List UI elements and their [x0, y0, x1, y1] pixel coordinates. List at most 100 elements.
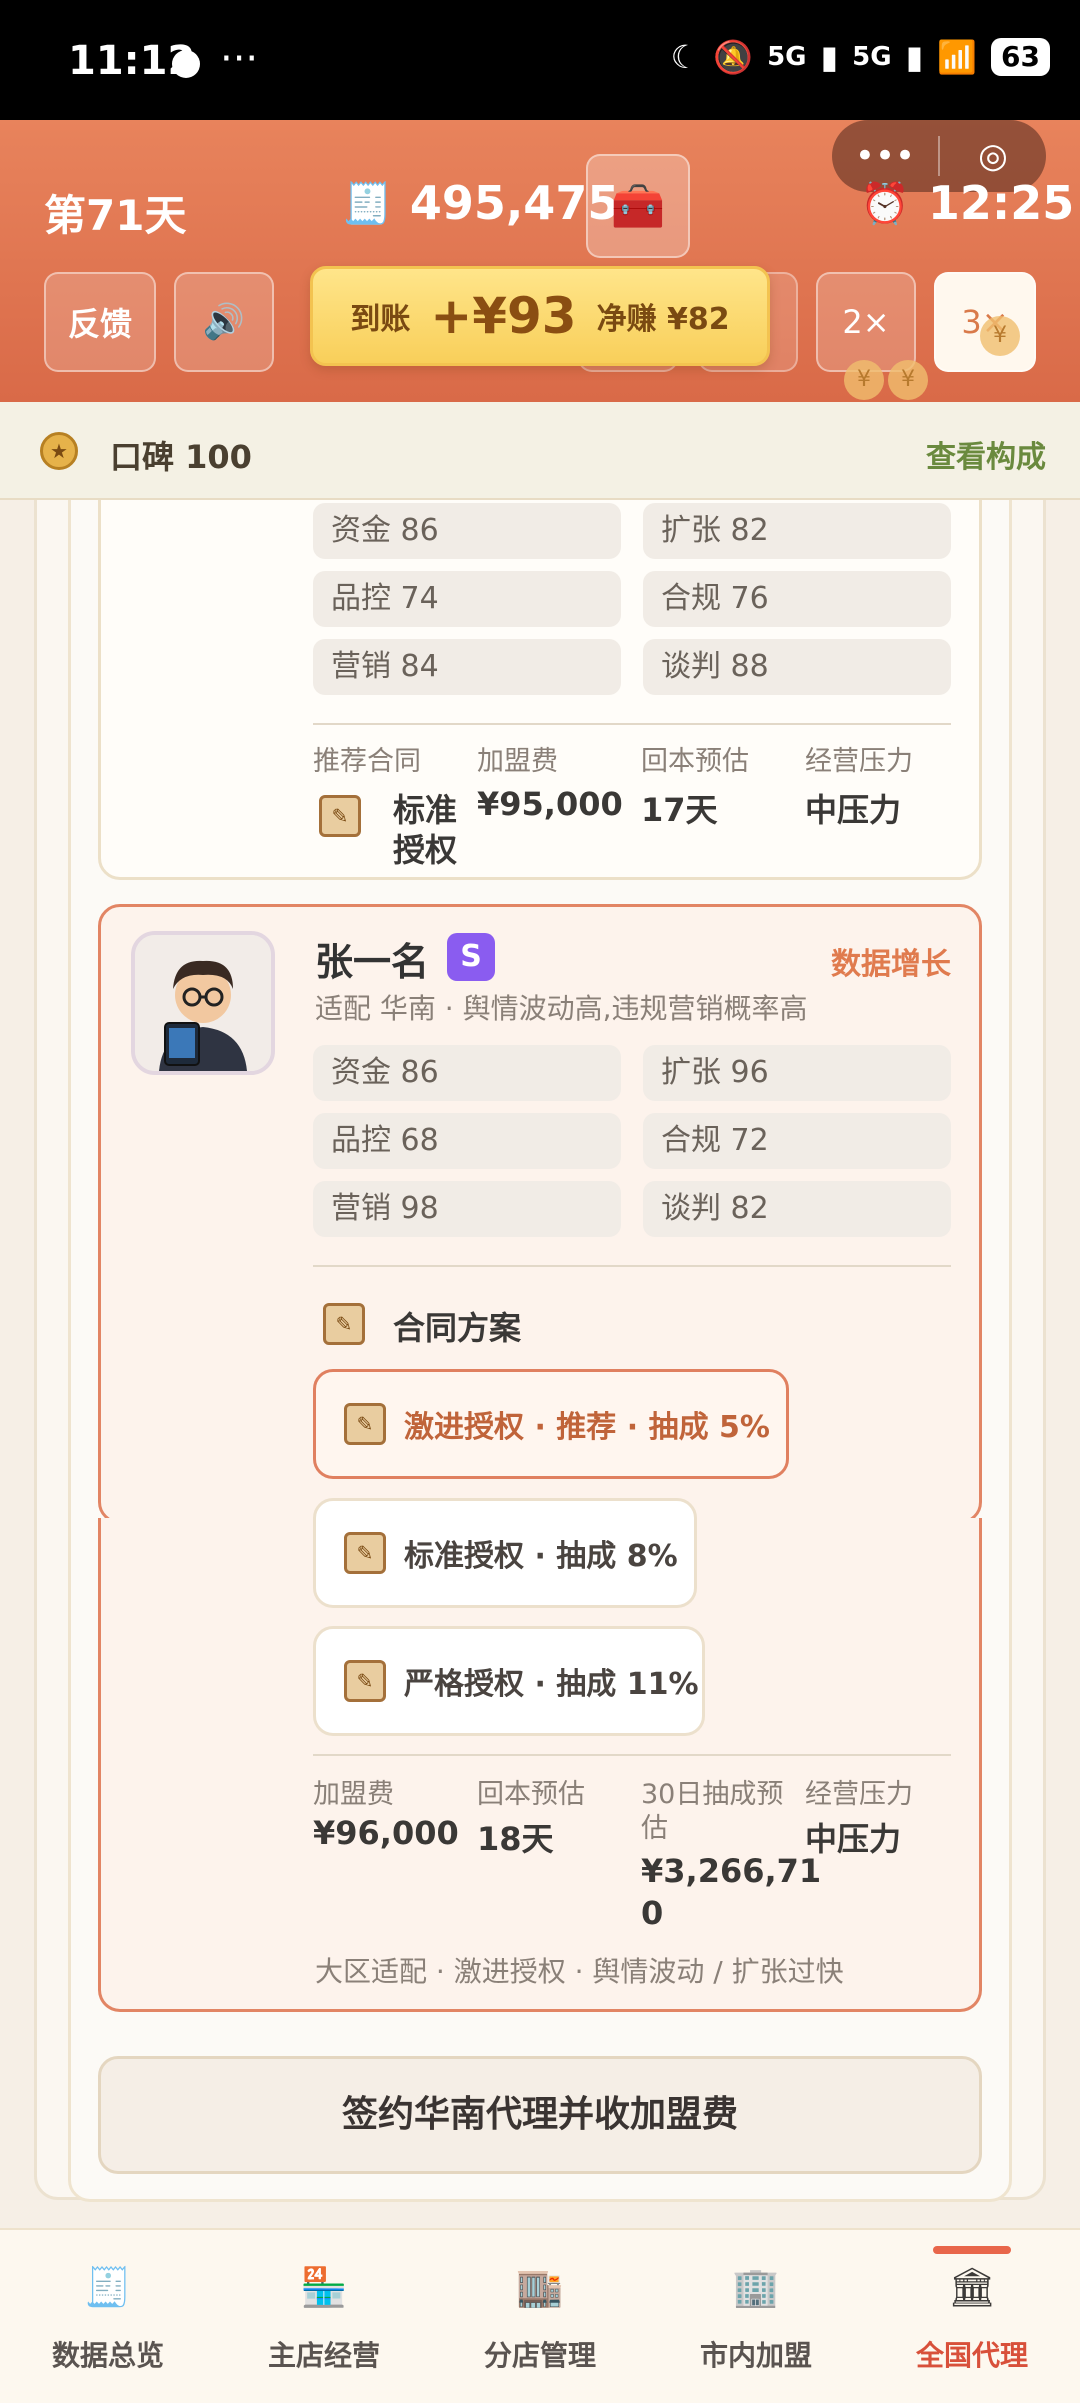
nav-label: 数据总览 [51, 2339, 164, 2372]
battery-icon: 63 [991, 38, 1050, 76]
cash-register-icon: 🧾 [84, 2265, 132, 2309]
status-icons: ☾ 🔕 5G ▮ 5G ▮ 📶 63 [671, 38, 1050, 76]
reputation-value: 口碑 100 [110, 438, 252, 476]
clock-value: 12:25 [927, 176, 1075, 230]
option-label: 严格授权 · 抽成 11% [404, 1667, 699, 1702]
contract-scroll-icon: ✎ [323, 1303, 365, 1345]
cash-register-icon: 🧾 [342, 180, 392, 227]
stat-funds: 资金 86 [313, 1045, 621, 1101]
toast-amount: +¥93 [430, 287, 577, 345]
stat-quality: 品控 74 [313, 571, 621, 627]
bottom-nav: 🧾 数据总览 🏪 主店经营 🏬 分店管理 🏢 市内加盟 🏛 全国代理 [0, 2228, 1080, 2403]
nav-label: 主店经营 [267, 2339, 380, 2372]
treasure-chest-button[interactable]: 🧰 [586, 154, 690, 258]
agent-trait-tag: 数据增长 [831, 947, 951, 982]
reputation-medal-icon: ★ [40, 432, 78, 470]
pressure-value: 中压力 [805, 791, 902, 829]
contract-option-strict[interactable]: ✎ 严格授权 · 抽成 11% [313, 1626, 705, 1736]
contract-scroll-icon: ✎ [344, 1660, 386, 1702]
nav-label: 市内加盟 [699, 2339, 812, 2372]
pressure-value: 中压力 [805, 1820, 902, 1858]
sign-agent-button[interactable]: 签约华南代理并收加盟费 [98, 2056, 982, 2174]
recommended-contract-label: 推荐合同 [313, 746, 421, 777]
stat-expansion: 扩张 82 [643, 503, 951, 559]
stat-compliance: 合规 76 [643, 571, 951, 627]
contract-scroll-icon: ✎ [344, 1403, 386, 1445]
sound-button[interactable]: 🔊 [174, 272, 274, 372]
income-toast: 到账 +¥93 净赚 ¥82 [310, 266, 770, 366]
nav-data-overview[interactable]: 🧾 数据总览 [0, 2230, 216, 2403]
stat-marketing: 营销 98 [313, 1181, 621, 1237]
game-header: ••• ◎ 第71天 🧾 495,475 🧰 ⏰ 12:25 反馈 🔊 2× 3… [0, 120, 1080, 402]
contract-scroll-icon: ✎ [344, 1532, 386, 1574]
contract-plan-title: 合同方案 [393, 1309, 522, 1347]
close-target-icon[interactable]: ◎ [940, 136, 1046, 176]
nav-national-agent[interactable]: 🏛 全国代理 [864, 2230, 1080, 2403]
toast-net: 净赚 ¥82 [596, 302, 730, 337]
nav-label: 分店管理 [483, 2339, 596, 2372]
reputation-bar: ★ 口碑 100 查看构成 [0, 402, 1080, 500]
status-bar: 11:12 ··· ☾ 🔕 5G ▮ 5G ▮ 📶 63 [0, 0, 1080, 120]
option-label: 标准授权 · 抽成 8% [404, 1539, 678, 1574]
franchise-fee-value: ¥95,000 [477, 785, 623, 823]
contract-option-standard[interactable]: ✎ 标准授权 · 抽成 8% [313, 1498, 697, 1608]
stat-quality: 品控 68 [313, 1113, 621, 1169]
stat-marketing: 营销 84 [313, 639, 621, 695]
stat-funds: 资金 86 [313, 503, 621, 559]
franchise-fee-value: ¥96,000 [313, 1814, 459, 1852]
coin-icon: ¥ [980, 316, 1020, 356]
coin-icon: ¥ [888, 360, 928, 400]
city-franchise-icon: 🏢 [732, 2265, 780, 2309]
agent-footnote: 大区适配 · 激进授权 · 舆情波动 / 扩张过快 [315, 1955, 844, 1988]
game-clock: ⏰ 12:25 [860, 176, 1074, 230]
divider [313, 723, 951, 725]
agent-card-previous: 资金 86 扩张 82 品控 74 合规 76 营销 84 谈判 88 推荐合同… [98, 500, 982, 880]
stat-negotiation: 谈判 88 [643, 639, 951, 695]
nav-main-store[interactable]: 🏪 主店经营 [216, 2230, 432, 2403]
agent-card-selected[interactable]: 张一名 S 数据增长 适配 华南 · 舆情波动高,违规营销概率高 资金 86 扩… [98, 904, 982, 1524]
notification-dot-icon [172, 50, 200, 78]
commission-estimate-label-line2: 估 [641, 1813, 668, 1844]
agent-portrait-icon [135, 935, 271, 1071]
agent-avatar [131, 931, 275, 1075]
commission-estimate-value-line2: 0 [641, 1894, 664, 1932]
payback-label: 回本预估 [641, 746, 749, 777]
toast-label: 到账 [350, 302, 411, 337]
recommended-contract-line2: 授权 [393, 831, 458, 869]
agent-description: 适配 华南 · 舆情波动高,违规营销概率高 [315, 992, 808, 1025]
signal-icon-2: 5G [852, 42, 892, 72]
national-agent-icon: 🏛 [947, 2265, 997, 2309]
stat-compliance: 合规 72 [643, 1113, 951, 1169]
more-menu-icon[interactable]: ••• [832, 136, 938, 176]
signal-bars-icon: ▮ [820, 38, 839, 76]
treasure-chest-icon: 🧰 [610, 181, 666, 232]
wifi-icon: 📶 [937, 38, 978, 76]
coin-icon: ¥ [844, 360, 884, 400]
nav-city-franchise[interactable]: 🏢 市内加盟 [648, 2230, 864, 2403]
stat-expansion: 扩张 96 [643, 1045, 951, 1101]
feedback-button[interactable]: 反馈 [44, 272, 156, 372]
branch-store-icon: 🏬 [516, 2265, 564, 2309]
agent-card-selected-lower: ✎ 标准授权 · 抽成 8% ✎ 严格授权 · 抽成 11% 加盟费 ¥96,0… [98, 1498, 982, 2012]
contract-option-aggressive[interactable]: ✎ 激进授权 · 推荐 · 抽成 5% [313, 1369, 789, 1479]
payback-value: 17天 [641, 791, 718, 829]
mute-icon: 🔕 [713, 38, 754, 76]
alarm-clock-icon: ⏰ [860, 180, 910, 227]
nav-label: 全国代理 [915, 2339, 1028, 2372]
speaker-icon: 🔊 [202, 302, 246, 342]
money-display: 🧾 495,475 [342, 176, 619, 230]
agent-list-scroll[interactable]: 资金 86 扩张 82 品控 74 合规 76 营销 84 谈判 88 推荐合同… [0, 500, 1080, 2228]
pressure-label: 经营压力 [805, 746, 913, 777]
day-counter: 第71天 [44, 191, 187, 240]
shop-icon: 🏪 [300, 2265, 348, 2309]
speed-2x-button[interactable]: 2× [816, 272, 916, 372]
franchise-fee-label: 加盟费 [477, 746, 558, 777]
view-composition-link[interactable]: 查看构成 [926, 432, 1046, 476]
commission-estimate-value-line1: ¥3,266,71 [641, 1852, 822, 1890]
divider [313, 1754, 951, 1756]
agent-name: 张一名 [315, 940, 430, 984]
nav-branch-management[interactable]: 🏬 分店管理 [432, 2230, 648, 2403]
franchise-fee-label: 加盟费 [313, 1779, 394, 1810]
rank-badge: S [447, 933, 495, 981]
contract-scroll-icon: ✎ [319, 795, 361, 837]
